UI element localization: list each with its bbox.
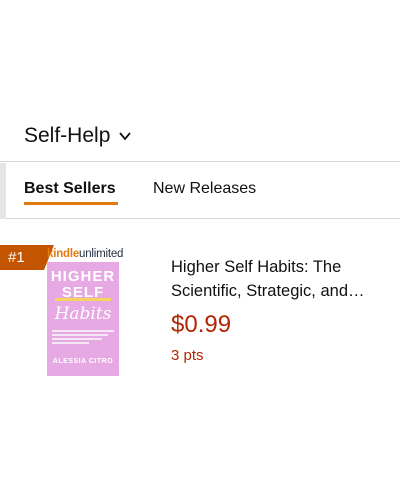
unlimited-word: unlimited xyxy=(79,248,124,260)
cover-title-higher: HIGHER xyxy=(50,268,116,285)
tab-scroll-edge xyxy=(0,163,6,219)
tab-bar: Best Sellers New Releases xyxy=(0,163,400,219)
cover-author: ALESSIA CITRO xyxy=(52,358,114,365)
chevron-down-icon[interactable] xyxy=(118,129,132,143)
product-title-line-1[interactable]: Higher Self Habits: The xyxy=(171,255,391,279)
cover-title-habits: Habits xyxy=(54,304,112,324)
product-price: $0.99 xyxy=(171,311,232,338)
product-info: Higher Self Habits: The Scientific, Stra… xyxy=(171,255,391,364)
rank-badge: #1 xyxy=(0,245,54,270)
book-cover-image[interactable]: HIGHER SELF Habits ALESSIA CITRO xyxy=(47,262,119,376)
kindle-word: kindle xyxy=(47,248,80,260)
product-points: 3 pts xyxy=(171,347,204,364)
tab-best-sellers[interactable]: Best Sellers xyxy=(24,180,116,198)
kindle-unlimited-logo: kindleunlimited xyxy=(47,248,123,260)
tab-new-releases[interactable]: New Releases xyxy=(153,180,256,198)
product-title-line-2[interactable]: Scientific, Strategic, and… xyxy=(171,279,391,303)
category-header[interactable]: Self-Help xyxy=(0,110,400,162)
cover-subtitle-lines xyxy=(52,330,114,348)
active-tab-indicator xyxy=(24,202,118,205)
product-title[interactable]: Higher Self Habits: The Scientific, Stra… xyxy=(171,255,391,303)
cover-underline xyxy=(55,298,111,301)
category-title[interactable]: Self-Help xyxy=(24,124,110,148)
